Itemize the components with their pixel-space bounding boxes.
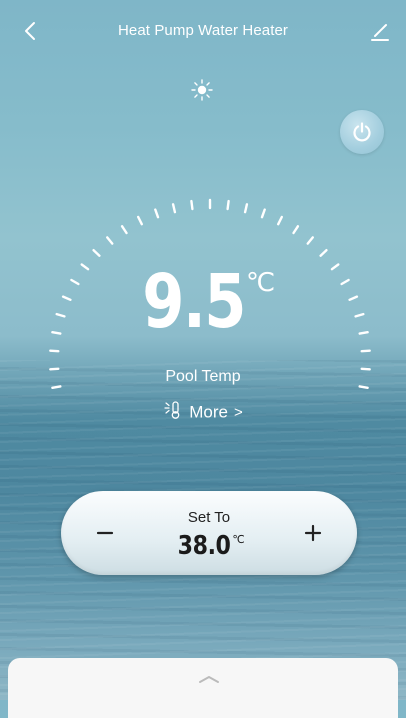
- temperature-dial: [49, 198, 371, 389]
- dial-tick: [277, 215, 283, 226]
- dial-tick: [171, 203, 177, 214]
- dial-tick: [190, 199, 194, 211]
- dial-tick: [49, 349, 60, 353]
- dial-tick: [51, 385, 62, 389]
- current-temp-value: 9.5: [142, 259, 246, 345]
- pool-temp-label: Pool Temp: [165, 368, 241, 385]
- chevron-right-icon: >: [233, 404, 243, 421]
- current-temperature: 9.5℃: [0, 262, 406, 342]
- setpoint-control: Set To 38.0 ℃: [61, 491, 357, 575]
- current-temp-unit: ℃: [245, 268, 276, 298]
- thermometer-icon: [163, 400, 185, 425]
- dial-tick: [105, 236, 114, 245]
- dial-tick: [226, 199, 230, 211]
- dial-tick: [136, 215, 144, 226]
- dial-tick: [120, 225, 128, 235]
- chevron-up-icon: [199, 676, 219, 683]
- more-label: More: [189, 402, 228, 422]
- dial-tick: [292, 225, 300, 235]
- dial-tick: [319, 248, 328, 257]
- dial-tick: [154, 208, 160, 219]
- setpoint-value: 38.0: [177, 531, 231, 561]
- plus-icon: [304, 524, 322, 542]
- setpoint-unit: ℃: [232, 533, 245, 546]
- dial-tick: [243, 203, 249, 214]
- dial-tick: [360, 349, 371, 353]
- dial-tick: [260, 208, 266, 219]
- increase-temp-button[interactable]: [293, 513, 333, 553]
- bottom-sheet[interactable]: [8, 658, 398, 718]
- dial-tick: [92, 248, 101, 257]
- dial-tick: [306, 236, 314, 245]
- more-button[interactable]: More >: [0, 400, 406, 425]
- dial-tick: [358, 385, 369, 389]
